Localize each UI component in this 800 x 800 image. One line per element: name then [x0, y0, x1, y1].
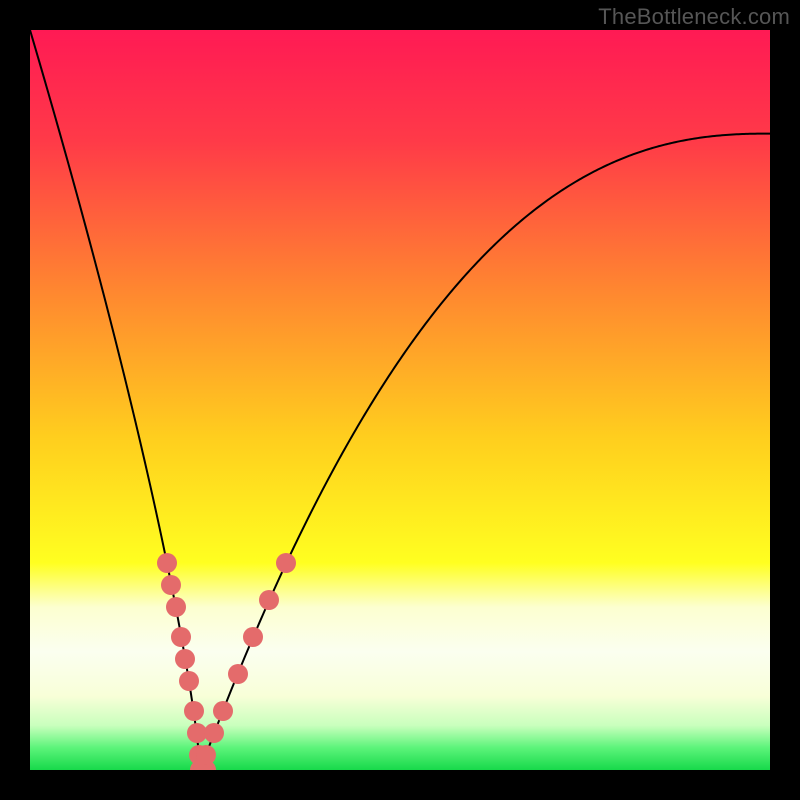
plot-area: [30, 30, 770, 770]
chart-frame: TheBottleneck.com: [0, 0, 800, 800]
curve-layer: [30, 30, 770, 770]
watermark-text: TheBottleneck.com: [598, 4, 790, 30]
bottleneck-curve: [30, 30, 770, 770]
